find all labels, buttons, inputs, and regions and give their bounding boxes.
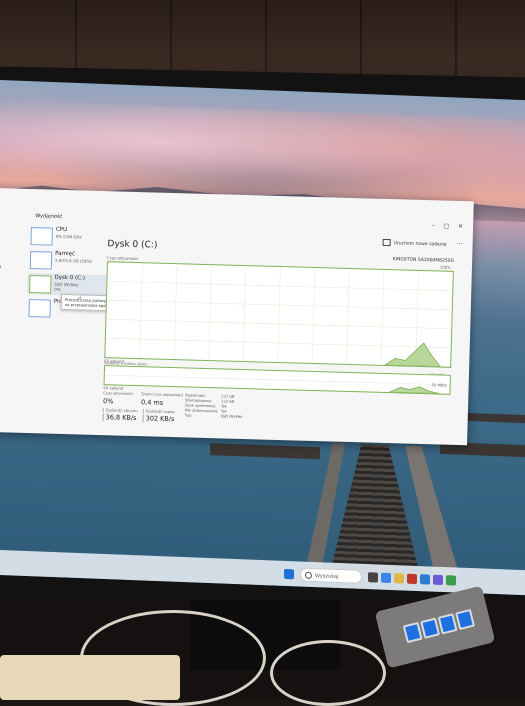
graph-max-label: 100% — [439, 264, 451, 270]
disk-stats: Czas aktywności 0% Średni czas odpowiedz… — [102, 391, 243, 424]
active-time-series — [383, 342, 442, 367]
run-task-icon — [382, 238, 391, 247]
cable — [270, 640, 386, 706]
task-manager-window: Wydajność – □ ✕ Uruchom nowe zadanie ...… — [0, 188, 474, 446]
mouse-cursor-icon: ☝ — [76, 294, 82, 304]
memory-mini-graph — [29, 251, 53, 270]
transfer-mid-label: 50 MB/s — [431, 382, 447, 388]
active-time-plot — [105, 263, 453, 367]
write-speed-value: 302 KB/s — [142, 414, 175, 424]
usb-port — [402, 621, 423, 644]
disk-mini-graph — [29, 275, 52, 294]
active-time-graph — [104, 261, 454, 368]
close-button[interactable]: ✕ — [458, 223, 463, 230]
processor-mini-graph — [28, 299, 51, 318]
app-icon[interactable] — [433, 574, 443, 586]
task-manager-icon[interactable] — [446, 575, 456, 586]
read-speed-value: 36,8 KB/s — [102, 413, 137, 423]
transfer-time-label: 60 sekund — [103, 385, 124, 391]
active-time-value: 0% — [102, 397, 114, 406]
more-options-button[interactable]: ... — [457, 239, 463, 246]
app-icon[interactable] — [407, 573, 417, 585]
nav-item-text[interactable]: tu — [0, 264, 1, 270]
cpu-mini-graph — [30, 227, 53, 246]
transfer-rate-graph — [103, 365, 451, 395]
usb-port — [455, 608, 476, 631]
graph-label-active-time: Czas aktywności — [107, 255, 139, 262]
window-title: Wydajność — [35, 213, 63, 220]
pier-beam — [460, 412, 525, 424]
disk-model: KINGSTON SA2000M8250G — [392, 257, 455, 264]
usb-port — [437, 613, 458, 635]
minimize-button[interactable]: – — [432, 222, 435, 229]
usb-port — [420, 617, 441, 639]
response-time-value: 0,4 ms — [140, 398, 164, 407]
box — [0, 655, 180, 700]
edge-icon[interactable] — [381, 572, 391, 584]
taskbar-search[interactable]: Wyszukaj — [300, 567, 362, 584]
run-new-task-button[interactable]: Uruchom nowe zadanie — [382, 238, 447, 248]
app-icon[interactable] — [420, 574, 430, 585]
task-view-icon[interactable] — [368, 572, 378, 583]
page-title: Dysk 0 (C:) — [107, 239, 158, 251]
wallpaper-pier — [290, 441, 480, 578]
maximize-button[interactable]: □ — [443, 223, 449, 230]
search-icon — [305, 571, 312, 579]
explorer-icon[interactable] — [394, 573, 404, 584]
transfer-rate-plot — [104, 374, 450, 394]
start-icon[interactable] — [284, 568, 294, 580]
